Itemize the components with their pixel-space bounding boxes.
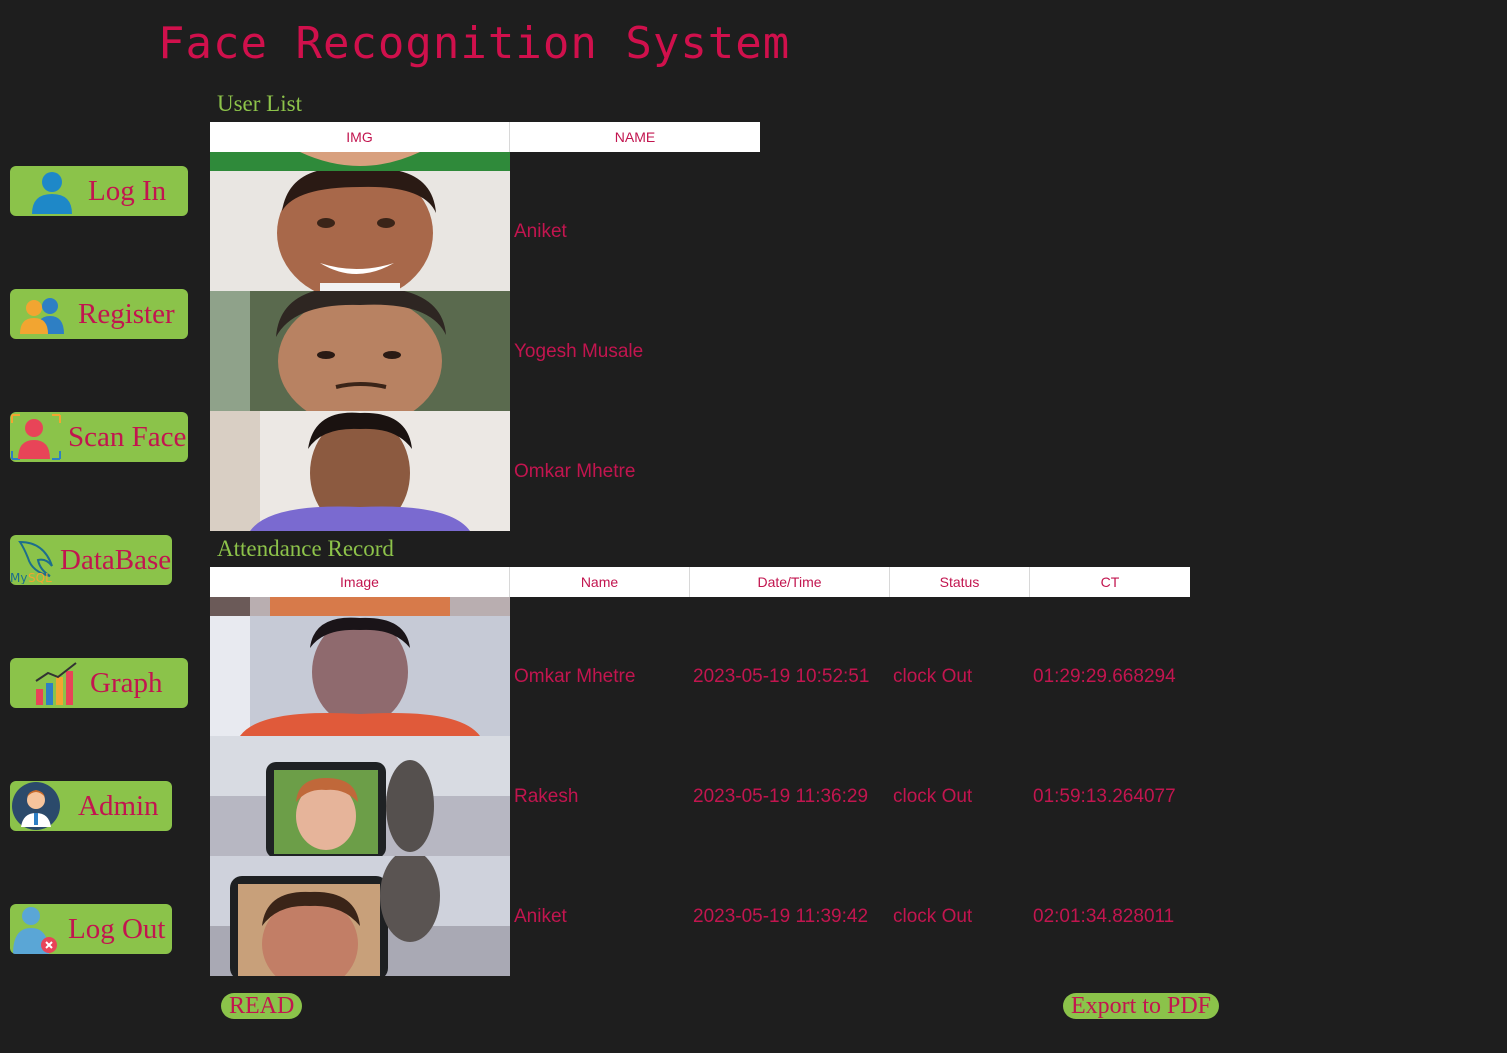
bar-chart-icon bbox=[32, 659, 84, 707]
logout-user-icon bbox=[10, 905, 62, 954]
attendance-name: Rakesh bbox=[514, 786, 579, 807]
attendance-title: Attendance Record bbox=[217, 536, 394, 561]
user-list-title: User List bbox=[217, 91, 302, 116]
user-photo bbox=[210, 411, 510, 531]
column-header-ct[interactable]: CT bbox=[1030, 567, 1190, 597]
scan-face-label: Scan Face bbox=[68, 420, 187, 453]
read-button[interactable]: READ bbox=[221, 993, 303, 1019]
user-list-header: IMG NAME bbox=[210, 122, 760, 152]
attendance-datetime: 2023-05-19 10:52:51 bbox=[693, 666, 870, 687]
attendance-photo bbox=[210, 856, 510, 976]
attendance-name: Omkar Mhetre bbox=[514, 666, 636, 687]
svg-text:My: My bbox=[10, 571, 27, 584]
register-label: Register bbox=[78, 297, 175, 330]
attendance-photo bbox=[210, 616, 510, 736]
column-header-status[interactable]: Status bbox=[890, 567, 1030, 597]
user-name: Omkar Mhetre bbox=[514, 461, 636, 482]
attendance-partial-photo bbox=[210, 597, 510, 616]
attendance-status: clock Out bbox=[893, 666, 973, 687]
column-header-name[interactable]: NAME bbox=[510, 122, 760, 152]
database-label: DataBase bbox=[60, 543, 172, 576]
login-button[interactable]: Log In bbox=[10, 166, 188, 216]
scan-face-icon bbox=[10, 413, 62, 461]
user-icon bbox=[26, 167, 78, 215]
attendance-datetime: 2023-05-19 11:36:29 bbox=[693, 786, 869, 807]
svg-text:SQL: SQL bbox=[28, 571, 52, 584]
attendance-ct: 01:29:29.668294 bbox=[1033, 666, 1176, 687]
database-button[interactable]: My SQL DataBase bbox=[10, 535, 172, 585]
column-header-datetime[interactable]: Date/Time bbox=[690, 567, 890, 597]
attendance-datetime: 2023-05-19 11:39:42 bbox=[693, 906, 869, 927]
user-list-partial-photo bbox=[210, 152, 510, 171]
logout-button[interactable]: Log Out bbox=[10, 904, 172, 954]
register-button[interactable]: Register bbox=[10, 289, 188, 339]
attendance-status: clock Out bbox=[893, 786, 973, 807]
user-photo bbox=[210, 291, 510, 411]
attendance-ct: 02:01:34.828011 bbox=[1033, 906, 1175, 927]
group-icon bbox=[16, 290, 68, 338]
admin-button[interactable]: Admin bbox=[10, 781, 172, 831]
graph-label: Graph bbox=[90, 666, 163, 699]
attendance-photo bbox=[210, 736, 510, 856]
user-name: Aniket bbox=[514, 221, 567, 242]
column-header-img[interactable]: IMG bbox=[210, 122, 510, 152]
attendance-status: clock Out bbox=[893, 906, 973, 927]
attendance-header: Image Name Date/Time Status CT bbox=[210, 567, 1190, 597]
login-label: Log In bbox=[88, 174, 167, 207]
admin-label: Admin bbox=[78, 789, 159, 822]
logout-label: Log Out bbox=[68, 912, 166, 945]
app-title: Face Recognition System bbox=[158, 18, 791, 69]
column-header-image[interactable]: Image bbox=[210, 567, 510, 597]
attendance-ct: 01:59:13.264077 bbox=[1033, 786, 1176, 807]
column-header-name[interactable]: Name bbox=[510, 567, 690, 597]
user-photo bbox=[210, 171, 510, 291]
attendance-name: Aniket bbox=[514, 906, 567, 927]
graph-button[interactable]: Graph bbox=[10, 658, 188, 708]
user-name: Yogesh Musale bbox=[514, 341, 644, 362]
scan-face-button[interactable]: Scan Face bbox=[10, 412, 188, 462]
admin-avatar-icon bbox=[10, 782, 62, 830]
export-pdf-button[interactable]: Export to PDF bbox=[1063, 993, 1220, 1019]
mysql-dolphin-icon: My SQL bbox=[10, 536, 58, 584]
